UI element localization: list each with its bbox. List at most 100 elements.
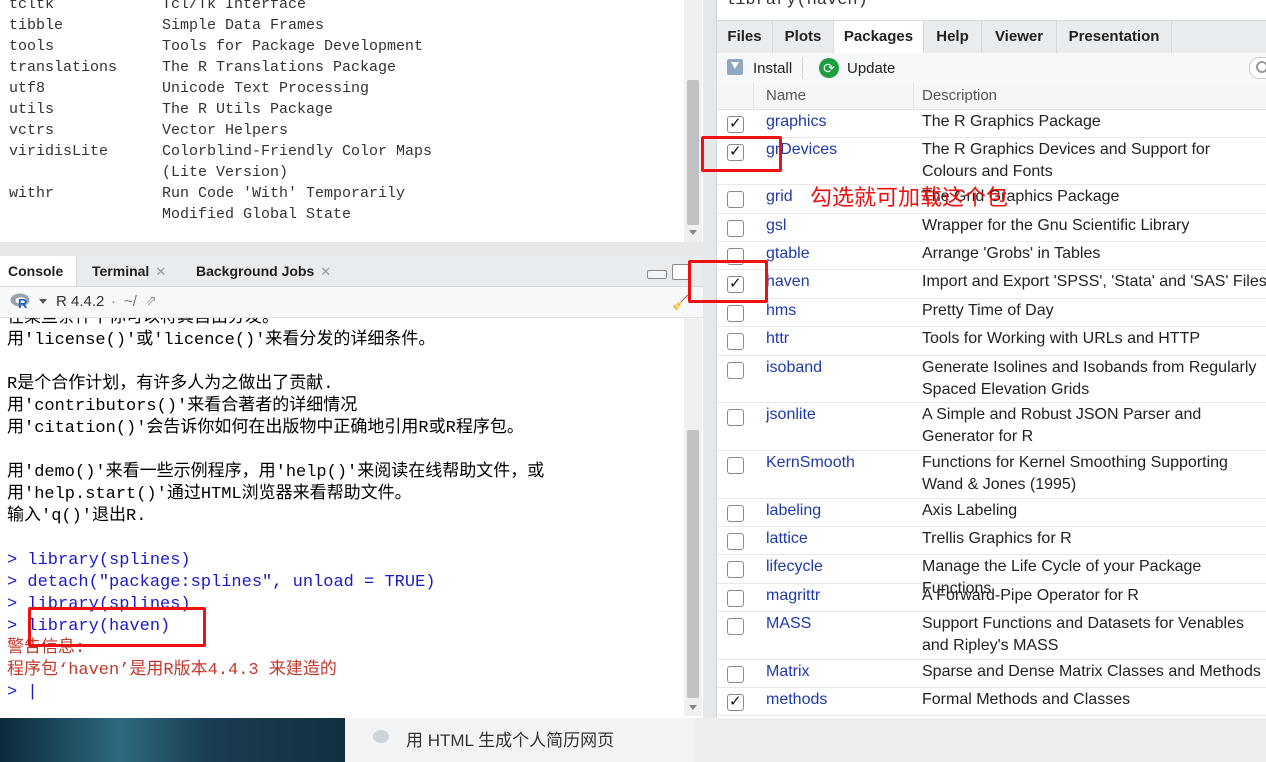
package-row-graphics: graphics The R Graphics Package bbox=[717, 109, 1266, 138]
tab-console[interactable]: Console bbox=[0, 256, 77, 286]
console-scrollbar[interactable] bbox=[684, 318, 702, 716]
package-name-link[interactable]: KernSmooth bbox=[766, 454, 855, 472]
tab-viewer[interactable]: Viewer bbox=[982, 21, 1057, 53]
help-pkg-desc: Unicode Text Processing bbox=[162, 80, 370, 97]
package-name-link[interactable]: labeling bbox=[766, 502, 821, 520]
pane-splitter[interactable] bbox=[0, 242, 703, 256]
help-pkg-desc: (Lite Version) bbox=[162, 164, 289, 181]
top-title-strip: library(haven) bbox=[717, 0, 1266, 20]
package-load-checkbox[interactable] bbox=[727, 409, 744, 426]
working-directory[interactable]: ~/ bbox=[124, 293, 137, 310]
package-name-link[interactable]: methods bbox=[766, 691, 827, 709]
refresh-icon: ⟳ bbox=[819, 58, 839, 78]
annotation-box-grdevices bbox=[701, 136, 782, 172]
suggestion-bar[interactable]: 用 HTML 生成个人简历网页 bbox=[345, 718, 695, 762]
partial-title: library(haven) bbox=[725, 0, 868, 10]
package-description: Import and Export 'SPSS', 'Stata' and 'S… bbox=[922, 273, 1266, 290]
console-text-line: 用'license()'或'licence()'来看分发的详细条件。 bbox=[7, 331, 436, 350]
column-description[interactable]: Description bbox=[922, 87, 997, 104]
tab-packages[interactable]: Packages bbox=[834, 21, 924, 54]
help-scrollbar[interactable] bbox=[684, 0, 702, 242]
package-name-link[interactable]: haven bbox=[766, 273, 810, 291]
help-pkg-name: tools bbox=[9, 38, 55, 55]
package-name-link[interactable]: MASS bbox=[766, 615, 811, 633]
help-pkg-desc: Tools for Package Development bbox=[162, 38, 424, 55]
package-name-link[interactable]: lifecycle bbox=[766, 558, 823, 576]
help-pkg-desc: Tcl/Tk Interface bbox=[162, 0, 307, 13]
tab-terminal-label: Terminal bbox=[92, 263, 150, 279]
package-load-checkbox[interactable] bbox=[727, 561, 744, 578]
tab-help[interactable]: Help bbox=[924, 21, 982, 53]
tab-terminal[interactable]: Terminal ✕ bbox=[84, 256, 174, 286]
package-load-checkbox[interactable] bbox=[727, 114, 744, 133]
package-load-checkbox[interactable] bbox=[727, 220, 744, 237]
toolbar-divider bbox=[802, 57, 803, 79]
column-name[interactable]: Name bbox=[766, 87, 806, 104]
package-load-checkbox[interactable] bbox=[727, 590, 744, 607]
clear-console-icon[interactable]: 🧹 bbox=[672, 294, 689, 311]
package-load-checkbox[interactable] bbox=[727, 505, 744, 522]
package-name-link[interactable]: graphics bbox=[766, 113, 826, 131]
package-load-checkbox[interactable] bbox=[727, 533, 744, 550]
go-to-directory-icon[interactable]: ⇗ bbox=[145, 292, 157, 309]
package-name-link[interactable]: hms bbox=[766, 302, 796, 320]
packages-pane: library(haven) Files Plots Packages Help… bbox=[703, 0, 1266, 718]
package-name-link[interactable]: isoband bbox=[766, 359, 822, 377]
console-output[interactable]: 在某些条件下你可以将其自由分发。 用'license()'或'licence()'… bbox=[7, 318, 679, 713]
tab-files[interactable]: Files bbox=[717, 21, 773, 53]
package-name-link[interactable]: gsl bbox=[766, 217, 786, 235]
help-pkg-desc: Colorblind-Friendly Color Maps bbox=[162, 143, 433, 160]
package-name-link[interactable]: gtable bbox=[766, 245, 810, 263]
tab-presentation[interactable]: Presentation bbox=[1057, 21, 1172, 53]
package-load-checkbox[interactable] bbox=[727, 305, 744, 322]
package-load-checkbox[interactable] bbox=[727, 666, 744, 683]
package-row-httr: httr Tools for Working with URLs and HTTP bbox=[717, 326, 1266, 356]
tab-plots[interactable]: Plots bbox=[773, 21, 834, 53]
update-button[interactable]: ⟳ Update bbox=[819, 57, 909, 79]
console-pane: Console Terminal ✕ Background Jobs ✕ R R 4… bbox=[0, 256, 703, 718]
console-scroll-thumb[interactable] bbox=[687, 430, 699, 698]
packages-toolbar: Install ⟳ Update bbox=[717, 53, 1266, 84]
package-load-checkbox[interactable] bbox=[727, 362, 744, 379]
suggestion-text: 用 HTML 生成个人简历网页 bbox=[406, 731, 615, 750]
r-version: R 4.4.2 bbox=[56, 293, 105, 310]
help-pkg-name: tibble bbox=[9, 17, 64, 34]
package-description: A Forward-Pipe Operator for R bbox=[922, 587, 1139, 604]
package-name-link[interactable]: lattice bbox=[766, 530, 808, 548]
package-load-checkbox[interactable] bbox=[727, 457, 744, 474]
package-description: Arrange 'Grobs' in Tables bbox=[922, 245, 1101, 262]
minimize-icon[interactable] bbox=[647, 270, 667, 279]
package-name-link[interactable]: jsonlite bbox=[766, 406, 816, 424]
help-pkg-name: withr bbox=[9, 185, 55, 202]
package-description: The R Graphics Devices and Support for C… bbox=[922, 141, 1211, 180]
scroll-down-icon[interactable] bbox=[689, 230, 697, 235]
install-icon bbox=[727, 59, 743, 75]
package-load-checkbox[interactable] bbox=[727, 191, 744, 208]
package-load-checkbox[interactable] bbox=[727, 333, 744, 350]
help-scroll-thumb[interactable] bbox=[687, 80, 699, 225]
tab-console-label: Console bbox=[8, 263, 64, 279]
package-search-input[interactable] bbox=[1249, 57, 1266, 79]
scroll-down-icon[interactable] bbox=[689, 705, 697, 710]
package-name-link[interactable]: grid bbox=[766, 188, 793, 206]
package-row-mass: MASS Support Functions and Datasets for V… bbox=[717, 611, 1266, 660]
help-pkg-name: translations bbox=[9, 59, 118, 76]
console-command-line: > | bbox=[7, 683, 38, 702]
close-icon[interactable]: ✕ bbox=[320, 264, 331, 279]
package-load-checkbox[interactable] bbox=[727, 692, 744, 711]
help-pkg-desc: Vector Helpers bbox=[162, 122, 289, 139]
package-description: A Simple and Robust JSON Parser and Gene… bbox=[922, 406, 1202, 445]
package-description: Functions for Kernel Smoothing Supportin… bbox=[922, 454, 1228, 493]
console-command-line: > detach("package:splines", unload = TRU… bbox=[7, 573, 436, 592]
package-name-link[interactable]: httr bbox=[766, 330, 789, 348]
chevron-down-icon[interactable] bbox=[39, 299, 47, 304]
package-name-link[interactable]: magrittr bbox=[766, 587, 820, 605]
package-name-link[interactable]: Matrix bbox=[766, 663, 810, 681]
close-icon[interactable]: ✕ bbox=[155, 264, 166, 279]
tab-background-jobs[interactable]: Background Jobs ✕ bbox=[188, 256, 339, 286]
package-load-checkbox[interactable] bbox=[727, 618, 744, 635]
package-row-hms: hms Pretty Time of Day bbox=[717, 298, 1266, 327]
help-pkg-name: viridisLite bbox=[9, 143, 109, 160]
chat-bubble-icon bbox=[373, 730, 389, 743]
console-text-line: 用'contributors()'来看合著者的详细情况 bbox=[7, 397, 358, 416]
